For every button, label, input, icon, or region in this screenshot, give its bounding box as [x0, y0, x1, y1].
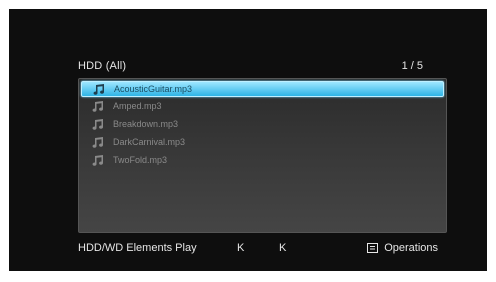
music-note-icon: [91, 136, 105, 148]
file-name: TwoFold.mp3: [113, 155, 168, 165]
file-name: Amped.mp3: [113, 101, 162, 111]
options-menu-icon: [367, 243, 379, 253]
page-indicator: 1 / 5: [401, 60, 423, 72]
operations-label: Operations: [384, 242, 438, 254]
file-name: Breakdown.mp3: [113, 119, 179, 129]
file-item-amped[interactable]: Amped.mp3: [81, 99, 442, 113]
source-title: HDD (All): [78, 60, 127, 72]
file-list: AcousticGuitar.mp3 Amped.mp3 Breakdown.m…: [78, 78, 447, 233]
file-item-darkcarnival[interactable]: DarkCarnival.mp3: [81, 135, 442, 149]
music-note-icon: [91, 118, 105, 130]
music-note-icon: [92, 83, 106, 95]
footer-title: HDD/WD Elements Play: [78, 242, 197, 254]
music-note-icon: [91, 154, 105, 166]
operations-button[interactable]: Operations: [367, 242, 438, 254]
footer-key-1: K: [237, 242, 245, 254]
media-player-screen: HDD (All) 1 / 5 AcousticGuitar.mp3 Amped…: [9, 9, 487, 271]
file-item-twofold[interactable]: TwoFold.mp3: [81, 153, 442, 167]
file-item-acousticguitar[interactable]: AcousticGuitar.mp3: [81, 81, 444, 97]
file-name: AcousticGuitar.mp3: [114, 84, 193, 94]
file-item-breakdown[interactable]: Breakdown.mp3: [81, 117, 442, 131]
music-note-icon: [91, 100, 105, 112]
file-name: DarkCarnival.mp3: [113, 137, 186, 147]
footer-key-2: K: [279, 242, 287, 254]
